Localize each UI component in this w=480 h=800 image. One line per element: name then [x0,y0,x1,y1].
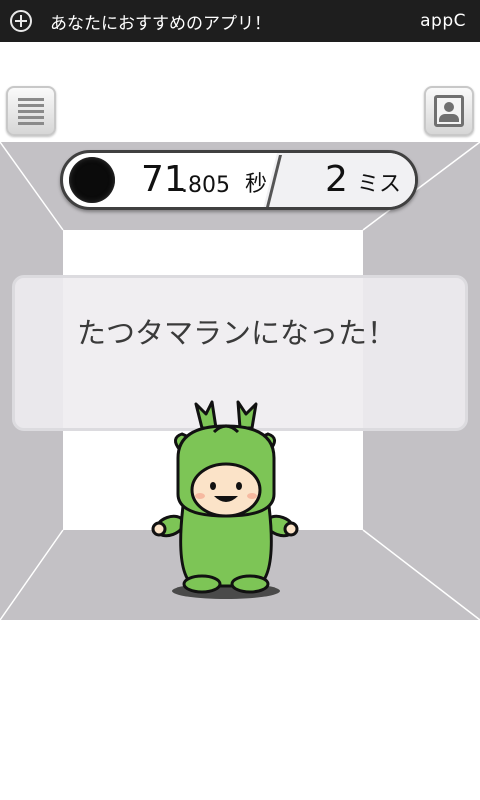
ad-banner[interactable]: あなたにおすすめのアプリ！ appC [0,0,480,42]
record-indicator-icon [69,157,115,203]
menu-button[interactable] [6,86,56,136]
time-unit: 秒 [245,172,268,197]
miss-count: 2 [325,159,348,200]
time-fraction: .805 [181,173,230,198]
plus-icon[interactable] [10,10,32,32]
ad-banner-message[interactable]: あなたにおすすめのアプリ！ [50,9,420,34]
dragon-mascot-icon [151,400,299,599]
ad-banner-brand: appC [420,11,466,31]
miss-unit: ミス [357,172,402,197]
result-message: たつタマランになった！ [77,316,397,350]
photo-button[interactable] [424,86,474,136]
score-panel: 71 .805 秒 2 ミス [60,150,418,210]
menu-icon [18,98,44,128]
photo-icon [434,95,464,127]
time-integer: 71 [141,159,187,200]
